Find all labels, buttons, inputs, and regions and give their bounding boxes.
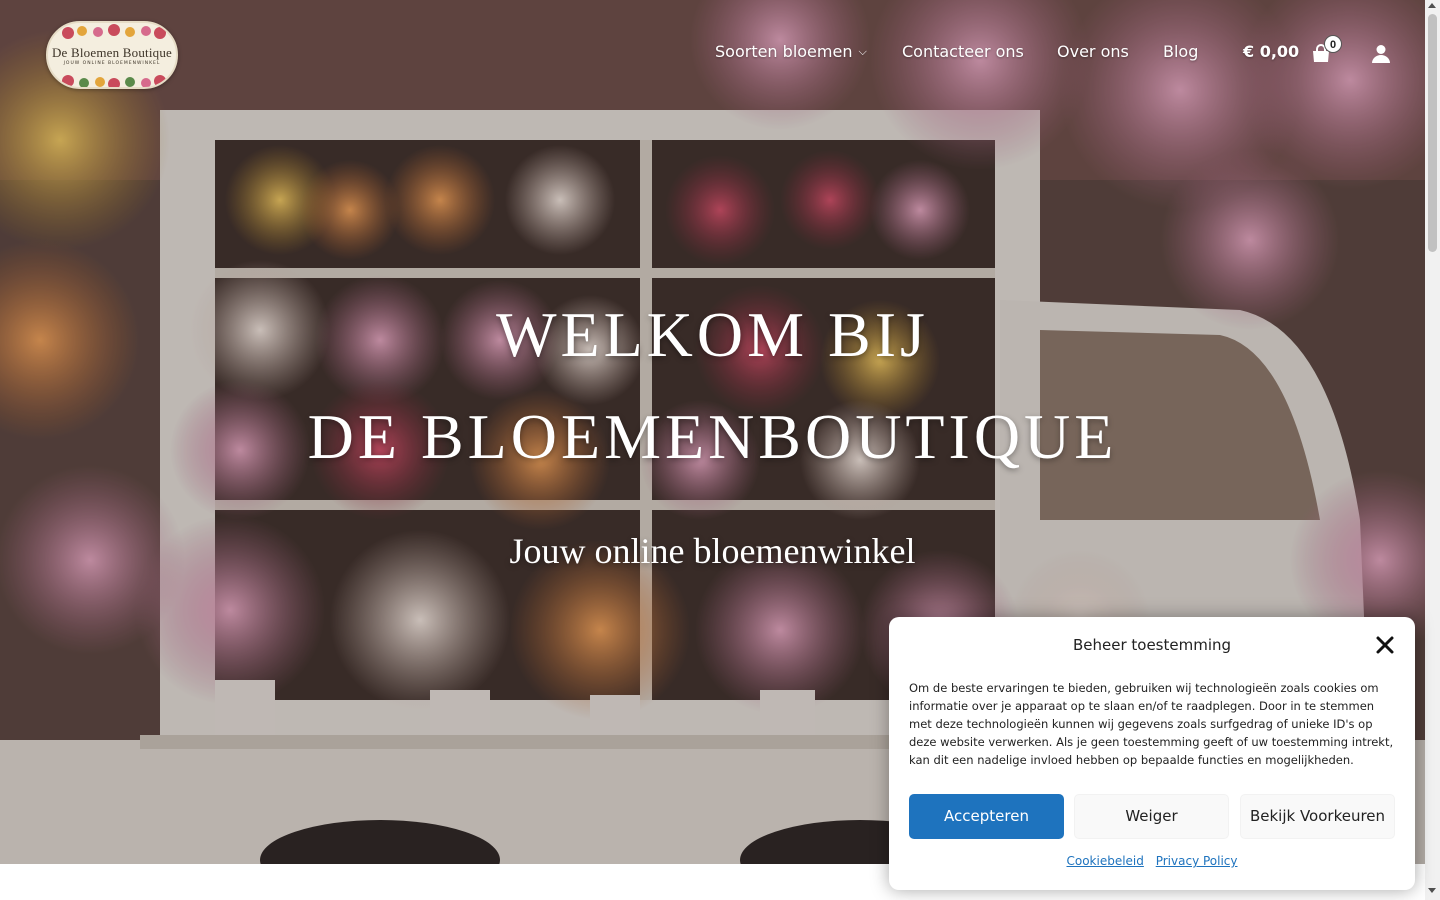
cookie-dialog-title: Beheer toestemming [1072, 636, 1232, 654]
scroll-down-arrow-icon[interactable] [1428, 888, 1436, 893]
close-icon[interactable] [1375, 635, 1395, 655]
scroll-up-arrow-icon[interactable] [1428, 3, 1436, 8]
nav-item-over-ons[interactable]: Over ons [1057, 42, 1129, 61]
site-logo[interactable]: De Bloemen Boutique JOUW ONLINE BLOEMENW… [46, 21, 178, 89]
view-preferences-button[interactable]: Bekijk Voorkeuren [1240, 794, 1395, 839]
cart-total[interactable]: € 0,00 [1243, 42, 1299, 61]
nav-item-contacteer-ons[interactable]: Contacteer ons [902, 42, 1024, 61]
hero-subtitle: Jouw online bloemenwinkel [509, 531, 916, 571]
nav-label: Soorten bloemen [715, 42, 853, 61]
hero-title-line2: DE BLOEMENBOUTIQUE [307, 401, 1118, 472]
user-icon[interactable] [1371, 44, 1391, 64]
page-scrollbar[interactable] [1425, 0, 1440, 900]
privacy-policy-link[interactable]: Privacy Policy [1156, 854, 1238, 868]
logo-tagline: JOUW ONLINE BLOEMENWINKEL [63, 61, 161, 66]
cookie-consent-dialog: Beheer toestemming Om de beste ervaringe… [889, 617, 1415, 890]
nav-item-blog[interactable]: Blog [1163, 42, 1198, 61]
accept-button[interactable]: Accepteren [909, 794, 1064, 839]
cookie-dialog-text: Om de beste ervaringen te bieden, gebrui… [909, 681, 1394, 767]
deny-button[interactable]: Weiger [1074, 794, 1229, 839]
nav-item-soorten-bloemen[interactable]: Soorten bloemen ⌵ [715, 42, 867, 61]
cookie-dialog-links: Cookiebeleid Privacy Policy [889, 854, 1415, 868]
cart-count-badge: 0 [1324, 35, 1342, 53]
logo-title: De Bloemen Boutique [51, 45, 173, 60]
hero-title-line1: WELKOM BIJ [496, 299, 929, 370]
chevron-down-icon: ⌵ [858, 45, 867, 58]
scrollbar-thumb[interactable] [1428, 14, 1437, 252]
cookie-policy-link[interactable]: Cookiebeleid [1066, 854, 1143, 868]
